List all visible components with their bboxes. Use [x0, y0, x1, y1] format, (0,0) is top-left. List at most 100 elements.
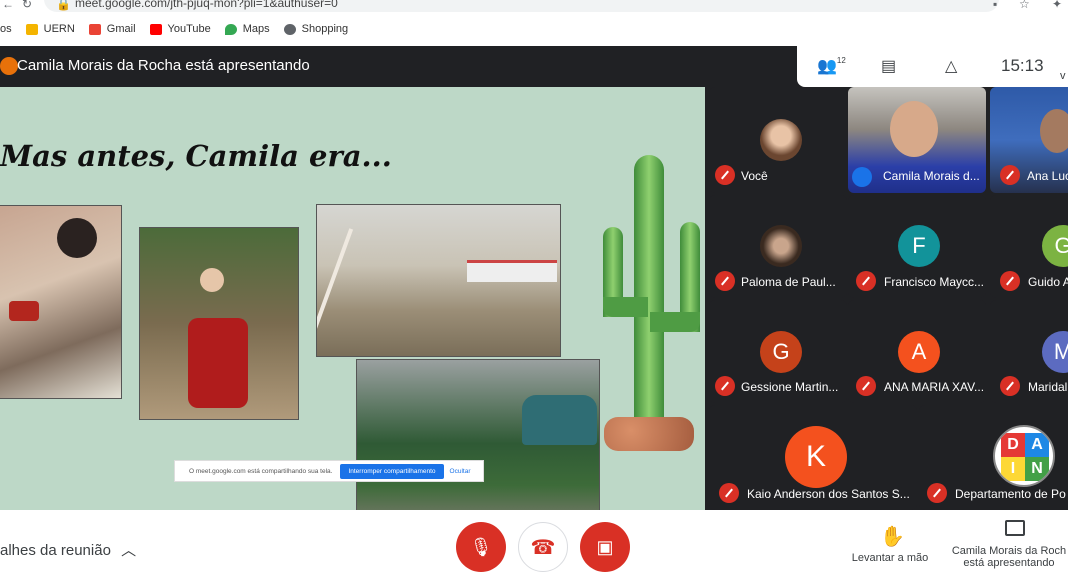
maps-pin-icon [224, 23, 237, 35]
participant-name: Paloma de Paul... [741, 275, 836, 289]
tile-gessione[interactable]: G Gessione Martin... [709, 300, 847, 403]
participant-name: Kaio Anderson dos Santos S... [747, 487, 910, 501]
lock-icon[interactable]: 🔒 [56, 0, 71, 11]
camera-off-icon: ▣ [596, 536, 614, 557]
tile-maridal[interactable]: M Maridal [990, 300, 1068, 403]
bookmark-apps[interactable]: os [0, 23, 12, 35]
tile-voce[interactable]: Você [709, 87, 847, 193]
meeting-details-button[interactable]: alhes da reunião ︿ [0, 539, 136, 560]
screen-share-banner: O meet.google.com está compartilhando su… [174, 460, 484, 482]
stop-sharing-button[interactable]: Interromper compartilhamento [340, 463, 444, 479]
extensions-puzzle-icon[interactable]: ✦ [1052, 0, 1062, 11]
tile-kaio[interactable]: K Kaio Anderson dos Santos S... [709, 405, 917, 510]
avatar: K [785, 426, 847, 488]
participant-name: Maridal [1028, 380, 1068, 394]
bottom-control-bar: alhes da reunião ︿ 🎙 ☎ ▣ ✋ Levantar a mã… [0, 510, 1068, 580]
logo-letter: D [1001, 433, 1025, 457]
mic-off-icon [1000, 271, 1020, 291]
raise-hand-icon[interactable]: ✋ [880, 524, 905, 549]
browser-chrome: ← ↻ 🔒 meet.google.com/jth-pjuq-mon?pli=1… [0, 0, 1068, 46]
mic-off-icon [856, 271, 876, 291]
logo-letter: I [1001, 457, 1025, 481]
activities-icon[interactable]: △ [945, 56, 957, 76]
bookmark-maps[interactable]: Maps [224, 23, 270, 35]
toy-motorcycle [188, 318, 248, 408]
camera-blocked-icon[interactable]: ▪ [993, 0, 997, 11]
chevron-up-icon: ︿ [121, 542, 137, 559]
folder-icon [25, 23, 38, 35]
childhood-photo-3 [316, 204, 561, 357]
bookmark-youtube[interactable]: YouTube [149, 23, 211, 35]
participant-name: Você [741, 169, 768, 183]
tile-departamento[interactable]: D A I N Departamento de Po [919, 405, 1068, 510]
avatar: A [898, 331, 940, 373]
participant-name: Departamento de Po [955, 487, 1066, 501]
tile-paloma[interactable]: Paloma de Paul... [709, 195, 847, 298]
camera-toggle-button[interactable]: ▣ [580, 522, 630, 572]
participant-face [1040, 109, 1068, 153]
swing-pole [317, 228, 354, 352]
youtube-icon [149, 23, 162, 35]
mic-off-icon [715, 165, 735, 185]
tile-guido[interactable]: G Guido A [990, 195, 1068, 298]
bookmark-star-icon[interactable]: ☆ [1019, 0, 1030, 11]
side-scroll-char: v [1060, 70, 1066, 82]
blue-car [522, 395, 597, 445]
avatar: G [760, 331, 802, 373]
participant-name: Francisco Maycc... [884, 275, 985, 289]
bookmark-shopping[interactable]: Shopping [283, 23, 348, 35]
mic-toggle-button[interactable]: 🎙 [456, 522, 506, 572]
meeting-info-panel: 👥12 ▤ △ 15:13 v [797, 46, 1068, 87]
gmail-icon [88, 23, 101, 35]
mic-off-icon [856, 376, 876, 396]
toy-car [9, 301, 39, 321]
chat-icon[interactable]: ▤ [881, 56, 896, 76]
presenting-label[interactable]: Camila Morais da Roch está apresentando [950, 545, 1068, 569]
childhood-photo-4 [356, 359, 600, 510]
presenting-icon [0, 57, 18, 75]
child-head [200, 268, 224, 292]
tile-camila[interactable]: Camila Morais d... [848, 87, 986, 193]
hide-banner-link[interactable]: Ocultar [450, 468, 471, 475]
reload-icon[interactable]: ↻ [22, 0, 32, 11]
leave-call-button[interactable]: ☎ [518, 522, 568, 572]
back-arrow-icon[interactable]: ← [2, 0, 14, 11]
cactus-right-joint [650, 312, 700, 332]
avatar [760, 119, 802, 161]
participant-count: 12 [836, 56, 846, 65]
participant-name: Gessione Martin... [741, 380, 839, 394]
mic-off-icon: 🎙 [469, 536, 493, 557]
fence [467, 260, 557, 282]
participant-name: Camila Morais d... [883, 169, 980, 183]
mic-off-icon [715, 376, 735, 396]
childhood-photo-1 [0, 205, 122, 399]
raise-hand-label[interactable]: Levantar a mão [845, 552, 935, 564]
avatar: F [898, 225, 940, 267]
bookmark-gmail[interactable]: Gmail [88, 23, 136, 35]
cactus-left-joint [603, 297, 648, 317]
presenting-title: Camila Morais da Rocha está apresentando [17, 57, 310, 74]
participant-grid: Você Camila Morais d... Ana Luc Paloma d… [705, 87, 1068, 510]
speaking-icon [852, 167, 872, 187]
present-screen-icon[interactable] [1005, 520, 1025, 536]
people-button[interactable]: 👥12 [817, 56, 846, 76]
tile-ana[interactable]: Ana Luc [990, 87, 1068, 193]
avatar: M [1042, 331, 1068, 373]
shopping-icon [283, 23, 296, 35]
slide-title: Mas antes, Camila era... [0, 139, 392, 173]
url-text[interactable]: meet.google.com/jth-pjuq-mon?pli=1&authu… [75, 0, 338, 10]
avatar: G [1042, 225, 1068, 267]
participant-name: Guido A [1028, 275, 1068, 289]
mic-off-icon [715, 271, 735, 291]
participant-name: ANA MARIA XAV... [884, 380, 985, 394]
presentation-slide: Mas antes, Camila era... O meet.google.c… [0, 87, 705, 510]
rocks [604, 417, 694, 451]
mic-off-icon [1000, 376, 1020, 396]
share-banner-text: O meet.google.com está compartilhando su… [189, 467, 333, 475]
tile-ana-maria[interactable]: A ANA MARIA XAV... [848, 300, 986, 403]
tile-francisco[interactable]: F Francisco Maycc... [848, 195, 986, 298]
people-icon: 👥 [817, 58, 837, 75]
logo-letter: A [1025, 433, 1049, 457]
bookmark-uern[interactable]: UERN [25, 23, 75, 35]
mic-off-icon [1000, 165, 1020, 185]
